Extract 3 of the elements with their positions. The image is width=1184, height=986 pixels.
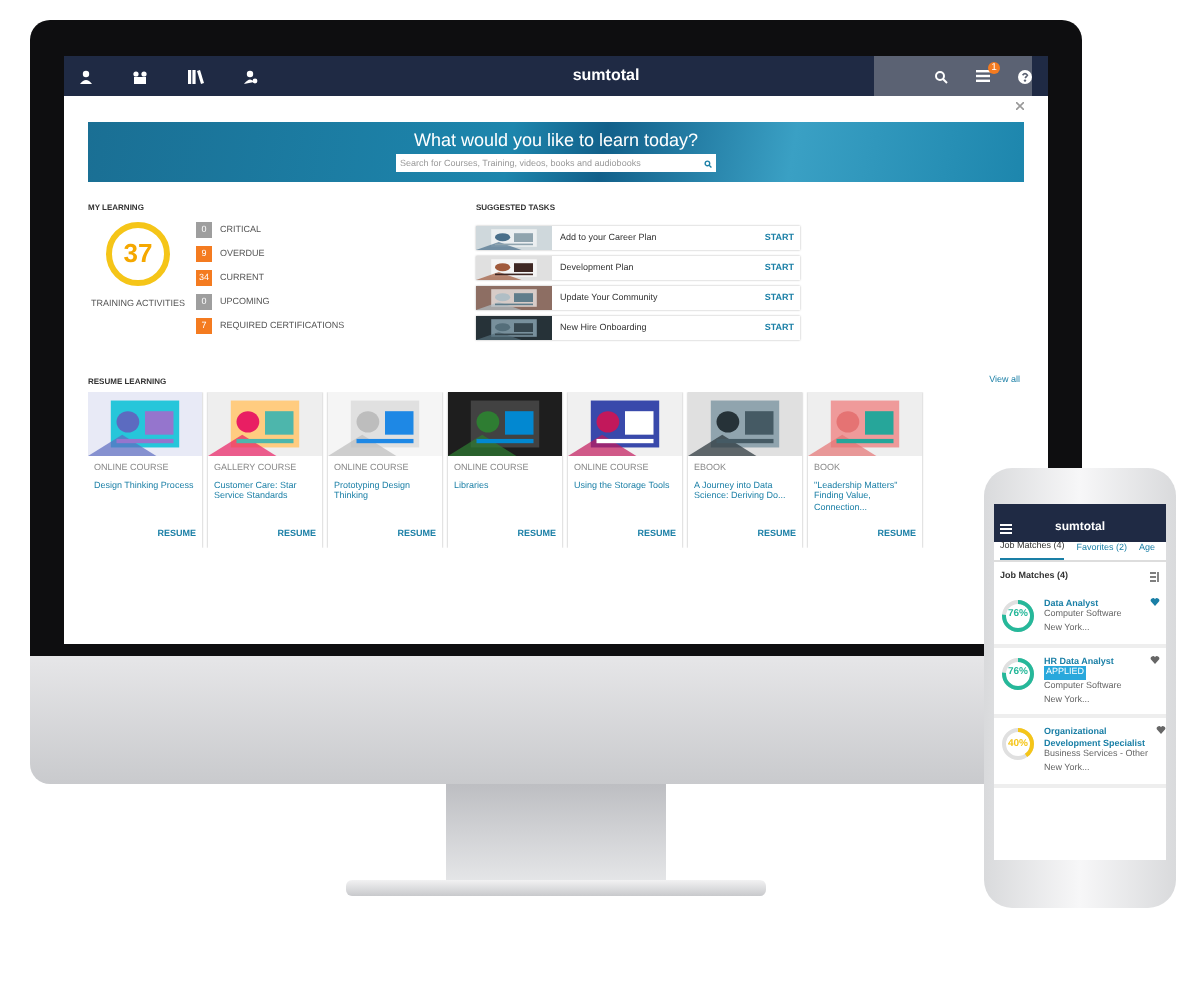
logo: sumtotal <box>572 64 640 88</box>
banner-title: What would you like to learn today? <box>413 132 699 150</box>
total-count: 37 <box>123 236 153 273</box>
